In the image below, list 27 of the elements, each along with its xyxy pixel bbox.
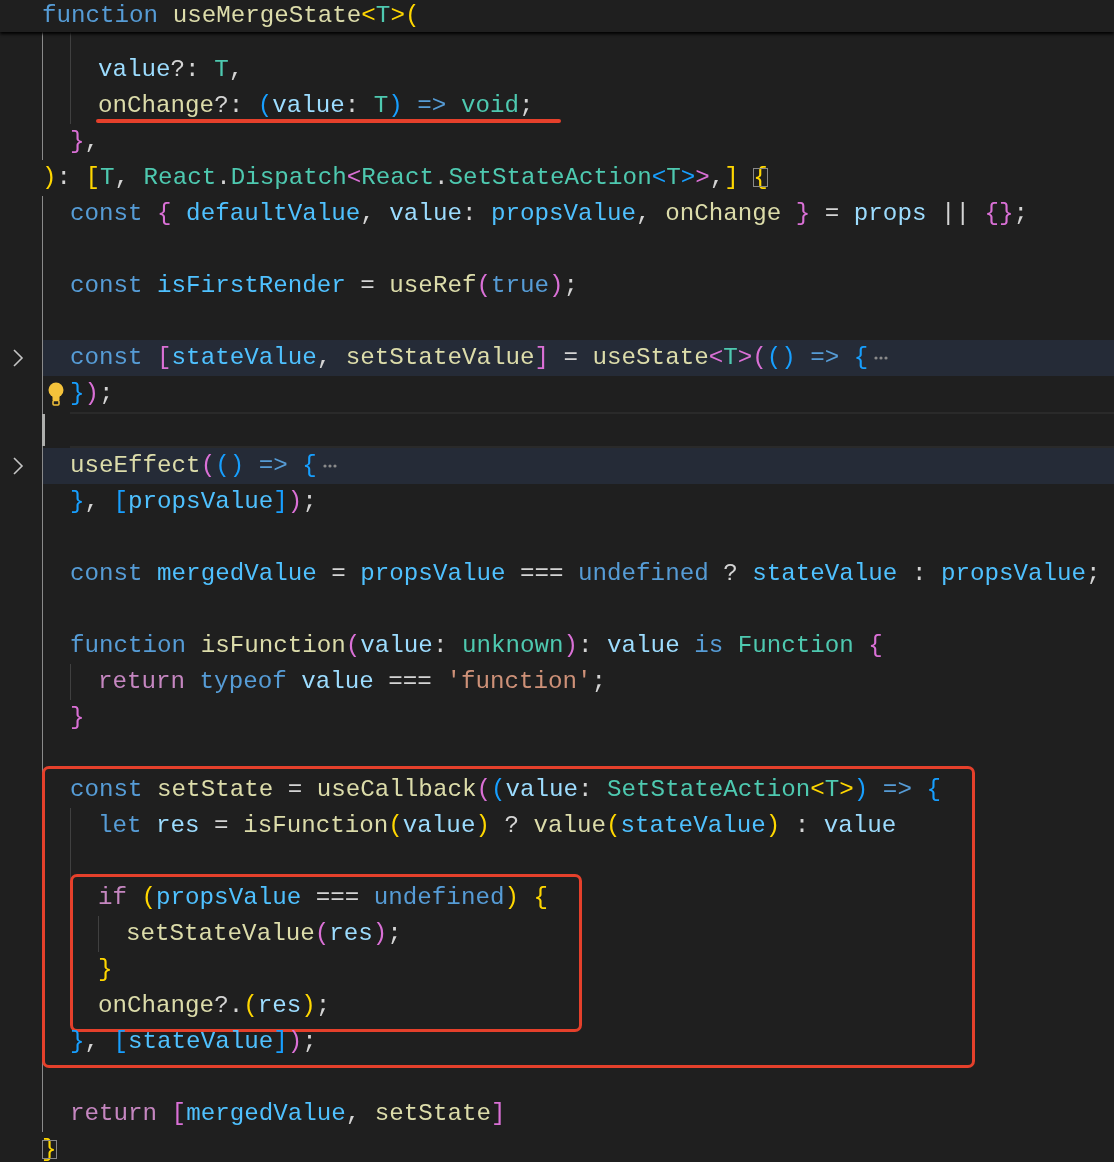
code-line: onChange?: (value: T) => void; [98, 88, 534, 124]
code-line: }); [70, 379, 114, 409]
code-line: const [stateValue, setStateValue] = useState<T>(() => { [70, 343, 869, 373]
code-line: if (propsValue === undefined) { [98, 883, 548, 913]
code-line: return [mergedValue, setState] [70, 1099, 506, 1129]
ellipsis-icon [874, 355, 889, 361]
code-line: const setState = useCallback((value: SetStateAction<T>) => { [70, 775, 941, 805]
code-line: }, [70, 127, 100, 157]
ellipsis-icon [322, 463, 337, 469]
code-line: const { defaultValue, value: propsValue, onChange } = props || {}; [70, 199, 1029, 229]
code-line: }, [propsValue]); [70, 487, 317, 517]
code-line: function isFunction(value: unknown): value is Function { [70, 631, 883, 661]
chevron-icon[interactable] [12, 456, 24, 476]
code-line: }, [stateValue]); [70, 1027, 317, 1057]
code-line: return typeof value === 'function'; [98, 667, 607, 697]
code-line: const mergedValue = propsValue === undefined ? stateValue : propsValue; [70, 559, 1101, 589]
code-line: } [70, 703, 85, 733]
code-line: const isFirstRender = useRef(true); [70, 271, 579, 301]
text-cursor [42, 414, 45, 446]
code-line: onChange?.(res); [98, 991, 331, 1021]
code-line: setStateValue(res); [126, 919, 402, 949]
code-line: useEffect(() => { [70, 451, 317, 481]
code-line: } [98, 955, 113, 985]
code-line: let res = isFunction(value) ? value(stateValue) : value [98, 811, 897, 841]
code-line: function useMergeState<T>( [42, 2, 420, 30]
chevron-icon[interactable] [12, 348, 24, 368]
code-line: value?: T, [98, 55, 244, 85]
